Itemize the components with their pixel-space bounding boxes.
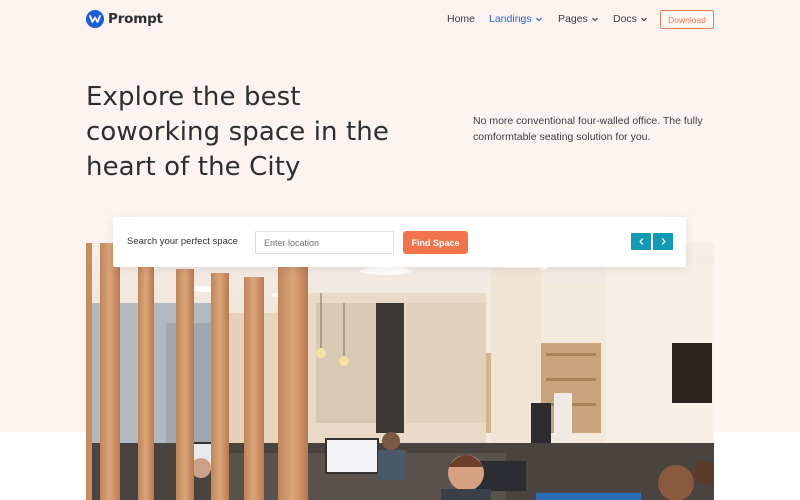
nav-item-label: Docs [613,13,637,25]
coworking-office-photo [86,243,714,500]
navbar: Prompt Home Landings Pages Docs Download [0,0,800,40]
nav-item-label: Home [447,13,476,25]
brand[interactable]: Prompt [86,10,163,28]
hero-subtitle: No more conventional four-walled office.… [473,115,703,143]
brand-name: Prompt [108,11,163,27]
chevron-left-icon [638,238,643,245]
chevron-down-icon [535,17,542,22]
search-card: Search your perfect space Find Space [113,217,686,267]
nav-item-landings[interactable]: Landings [489,13,543,25]
download-button[interactable]: Download [660,10,714,29]
carousel-prev-button[interactable] [631,233,651,250]
nav-item-pages[interactable]: Pages [558,13,599,25]
find-space-button[interactable]: Find Space [403,231,468,254]
carousel-next-button[interactable] [653,233,673,250]
chevron-down-icon [591,17,598,22]
nav-item-label: Landings [489,13,532,25]
hero-title: Explore the best coworking space in the … [86,82,389,182]
search-label: Search your perfect space [127,236,238,247]
chevron-right-icon [661,238,666,245]
nav-item-label: Pages [558,13,588,25]
chevron-down-icon [641,17,647,22]
nav-item-docs[interactable]: Docs [613,13,648,25]
w-logo-icon [86,10,104,28]
location-input[interactable] [255,231,394,254]
nav-item-home[interactable]: Home [447,13,475,25]
